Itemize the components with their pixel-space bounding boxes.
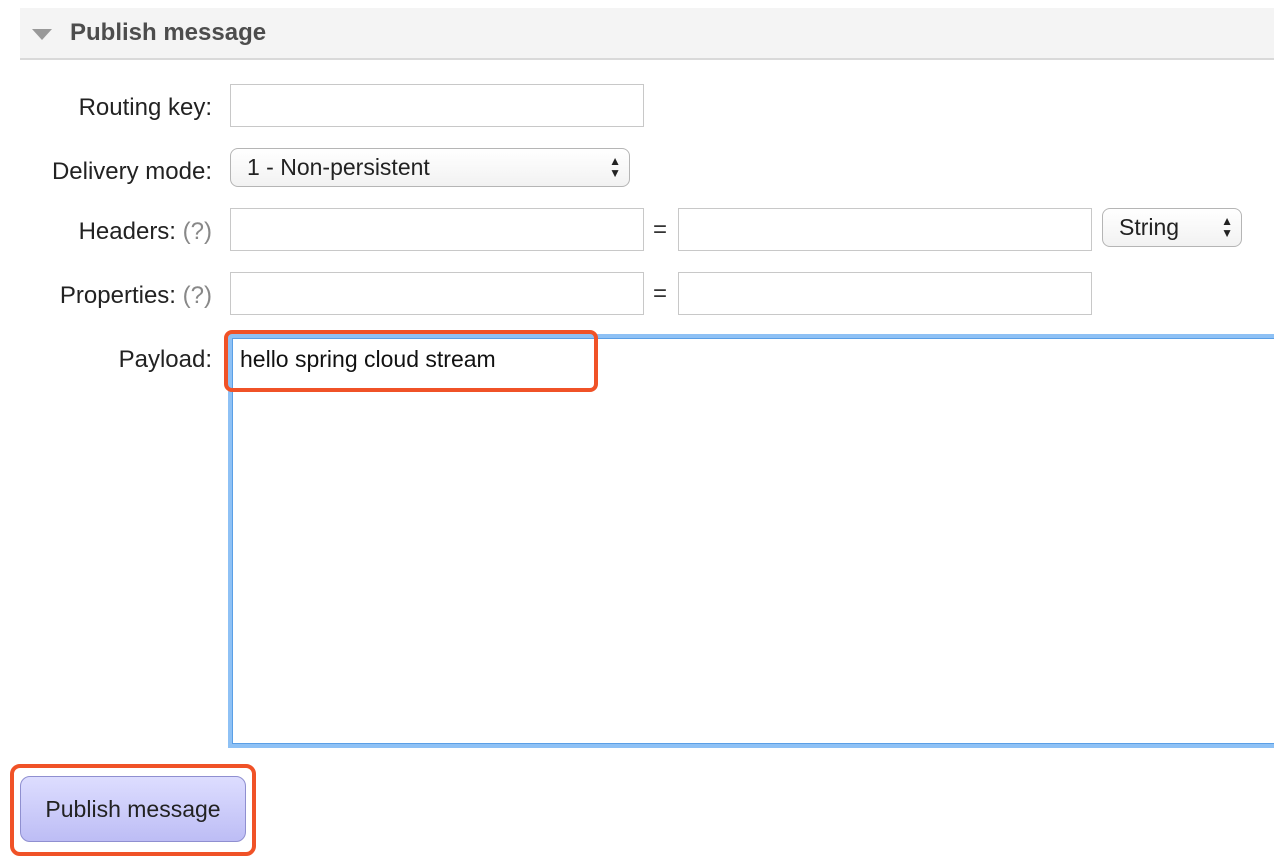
select-arrows-icon: ▲ ▼ [1221, 214, 1233, 240]
properties-help-link[interactable]: (?) [183, 282, 212, 309]
properties-value-input[interactable] [678, 272, 1092, 315]
headers-key-input[interactable] [230, 208, 644, 251]
payload-textarea[interactable]: hello spring cloud stream [228, 334, 1274, 748]
properties-key-input[interactable] [230, 272, 644, 315]
delivery-mode-label: Delivery mode: [51, 158, 212, 185]
headers-type-value: String [1119, 214, 1180, 240]
headers-value-input[interactable] [678, 208, 1092, 251]
routing-key-input[interactable] [230, 84, 644, 127]
publish-button-highlight-box [10, 764, 256, 856]
collapse-triangle-icon[interactable] [32, 29, 52, 40]
headers-equals-sign: = [653, 216, 668, 243]
properties-label: Properties: [59, 282, 176, 309]
routing-key-label: Routing key: [78, 94, 212, 121]
delivery-mode-value: 1 - Non-persistent [247, 154, 430, 180]
section-title: Publish message [70, 19, 267, 46]
headers-help-link[interactable]: (?) [183, 218, 212, 245]
section-header[interactable]: Publish message [20, 8, 1274, 60]
headers-type-select[interactable]: String ▲ ▼ [1102, 208, 1242, 247]
payload-label: Payload: [118, 346, 212, 373]
payload-highlight-box [224, 330, 598, 392]
properties-label-row: Properties: (?) [60, 282, 212, 310]
headers-label-row: Headers: (?) [79, 218, 212, 246]
headers-label: Headers: [78, 218, 176, 245]
select-arrows-icon: ▲ ▼ [609, 154, 621, 180]
delivery-mode-select[interactable]: 1 - Non-persistent ▲ ▼ [230, 148, 630, 187]
properties-equals-sign: = [653, 280, 668, 307]
